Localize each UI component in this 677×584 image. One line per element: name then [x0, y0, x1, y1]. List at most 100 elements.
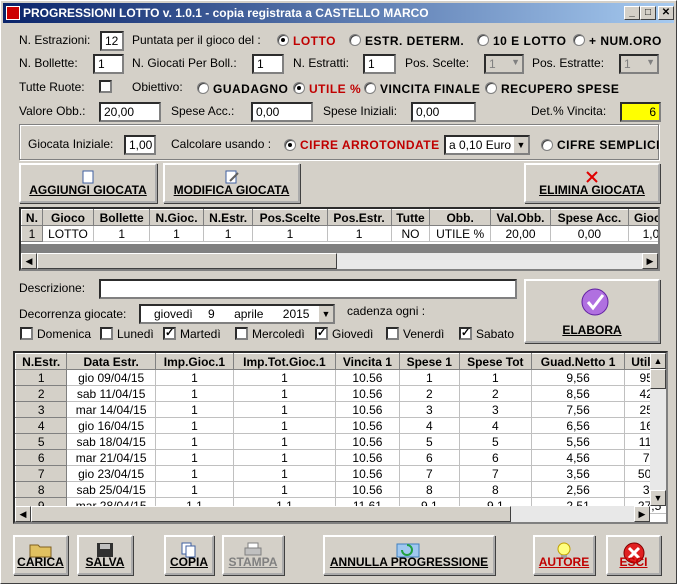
descrizione-field[interactable] [99, 279, 517, 299]
radio-utile[interactable] [293, 82, 305, 94]
esci-button[interactable]: ESCI [606, 535, 661, 575]
scroll-right-icon[interactable]: ▶ [642, 253, 658, 269]
n-estratti-field[interactable]: 1 [363, 54, 396, 74]
lunedi-checkbox[interactable] [100, 327, 113, 340]
table-row[interactable]: 3mar 14/04/151110.56337,56252 [15, 401, 666, 418]
giocate-grid[interactable]: N. Gioco Bollette N.Gioc. N.Estr. Pos.Sc… [19, 207, 660, 271]
scroll-left-icon[interactable]: ◀ [21, 253, 37, 269]
carica-button[interactable]: CARICA [13, 535, 68, 575]
domenica-checkbox[interactable] [20, 327, 33, 340]
venerdi-checkbox[interactable] [386, 327, 399, 340]
radio-numoro[interactable] [573, 34, 585, 46]
spese-acc-field[interactable]: 0,00 [251, 102, 313, 122]
maximize-button[interactable]: □ [640, 6, 656, 20]
pos-estratte-value: 1 [624, 57, 631, 71]
sabato-checkbox[interactable]: ✓ [459, 327, 472, 340]
col-header[interactable]: Spese Acc. [550, 209, 629, 226]
radio-cifre-arrotondate[interactable] [284, 139, 296, 151]
annulla-progressione-button[interactable]: ANNULLA PROGRESSIONE [323, 535, 495, 575]
n-giocati-field[interactable]: 1 [252, 54, 284, 74]
cell: 7,56 [531, 401, 626, 418]
radio-recupero-spese[interactable] [485, 82, 497, 94]
table-row[interactable]: 2sab 11/04/151110.56228,56428 [15, 385, 666, 402]
cell: 2,56 [531, 481, 626, 498]
scroll-thumb[interactable] [650, 369, 666, 389]
col-header[interactable]: N.Estr. [202, 209, 254, 226]
table-row[interactable]: 6mar 21/04/151110.56664,5676 [15, 449, 666, 466]
scroll-thumb[interactable] [31, 506, 511, 522]
cell: 10.56 [335, 449, 400, 466]
table-row[interactable]: 7gio 23/04/151110.56773,5650,8 [15, 465, 666, 482]
horizontal-scrollbar[interactable]: ◀ ▶ [21, 253, 658, 269]
mercoledi-checkbox[interactable] [235, 327, 248, 340]
title-bar: PROGRESSIONI LOTTO v. 1.0.1 - copia regi… [3, 3, 674, 23]
col-header[interactable]: Imp.Gioc.1 [154, 353, 234, 370]
n-bollette-field[interactable]: 1 [93, 54, 124, 74]
spese-iniziali-field[interactable]: 0,00 [411, 102, 476, 122]
salva-button[interactable]: SALVA [77, 535, 133, 575]
elabora-button[interactable]: ELABORA [524, 279, 660, 343]
radio-lotto[interactable] [277, 34, 289, 46]
col-header[interactable]: Gioc.In [627, 209, 658, 226]
table-row[interactable]: 5sab 18/04/151110.56555,56111, [15, 433, 666, 450]
col-header[interactable]: Obb. [429, 209, 491, 226]
n-estrazioni-field[interactable]: 12 [100, 31, 124, 51]
giovedi-checkbox[interactable]: ✓ [315, 327, 328, 340]
radio-guadagno[interactable] [197, 82, 209, 94]
col-header[interactable]: Pos.Scelte [252, 209, 328, 226]
martedi-checkbox[interactable]: ✓ [163, 327, 176, 340]
radio-lotto-label: LOTTO [293, 34, 336, 48]
table-row[interactable]: 4gio 16/04/151110.56446,56164 [15, 417, 666, 434]
copia-button[interactable]: COPIA [164, 535, 214, 575]
minimize-button[interactable]: _ [624, 6, 640, 20]
horizontal-scrollbar[interactable]: ◀ ▶ [15, 506, 650, 522]
radio-cifre-semplici[interactable] [541, 139, 553, 151]
radio-estr-determ-label: ESTR. DETERM. [365, 34, 465, 48]
scroll-up-icon[interactable]: ▲ [650, 353, 666, 369]
col-header[interactable]: Spese 1 [398, 353, 460, 370]
risultati-grid[interactable]: N.Estr. Data Estr. Imp.Gioc.1 Imp.Tot.Gi… [13, 351, 668, 524]
risultati-table: N.Estr. Data Estr. Imp.Gioc.1 Imp.Tot.Gi… [15, 353, 666, 514]
decorrenza-date-picker[interactable]: giovedì 9 aprile 2015 ▼ [139, 304, 335, 324]
col-header[interactable]: Data Estr. [66, 353, 156, 370]
table-row[interactable]: 1gio 09/04/151110.56119,56956 [15, 369, 666, 386]
col-header[interactable]: Vincita 1 [334, 353, 400, 370]
pos-estratte-select[interactable]: 1 ▼ [619, 54, 659, 74]
modifica-giocata-button[interactable]: MODIFICA GIOCATA [163, 163, 300, 203]
elimina-giocata-button[interactable]: ELIMINA GIOCATA [524, 163, 660, 203]
vertical-scrollbar[interactable]: ▲ ▼ [650, 353, 666, 506]
valore-obb-field[interactable]: 20,00 [99, 102, 161, 122]
scroll-down-icon[interactable]: ▼ [650, 490, 666, 506]
col-header[interactable]: Pos.Estr. [326, 209, 392, 226]
col-header[interactable]: Imp.Tot.Gioc.1 [232, 353, 336, 370]
col-header[interactable]: N. [21, 209, 43, 226]
pos-scelte-select[interactable]: 1 ▼ [484, 54, 524, 74]
close-button[interactable]: ✕ [658, 6, 674, 20]
tutte-ruote-checkbox[interactable] [99, 80, 112, 93]
col-header[interactable]: N.Estr. [15, 353, 68, 370]
col-header[interactable]: Tutte [390, 209, 431, 226]
col-header[interactable]: Spese Tot [458, 353, 533, 370]
radio-10elotto[interactable] [477, 34, 489, 46]
cell: 1 [149, 225, 204, 242]
cell: 7 [15, 465, 68, 482]
radio-estr-determ[interactable] [349, 34, 361, 46]
col-header[interactable]: Val.Obb. [489, 209, 552, 226]
arrotondamento-select[interactable]: a 0,10 Euro ▼ [444, 135, 530, 155]
table-row[interactable]: 1 LOTTO 1 1 1 1 1 NO UTILE % 20,00 0,00 … [21, 225, 658, 242]
chevron-down-icon: ▼ [514, 137, 528, 153]
aggiungi-giocata-button[interactable]: AGGIUNGI GIOCATA [19, 163, 157, 203]
scroll-right-icon[interactable]: ▶ [634, 506, 650, 522]
col-header[interactable]: Bollette [93, 209, 151, 226]
col-header[interactable]: Guad.Netto 1 [531, 353, 626, 370]
table-row[interactable]: 8sab 25/04/151110.56882,5632 [15, 481, 666, 498]
stampa-button[interactable]: STAMPA [222, 535, 284, 575]
radio-vincita-finale[interactable] [364, 82, 376, 94]
tutte-ruote-label: Tutte Ruote: [19, 80, 85, 94]
col-header[interactable]: Gioco [41, 209, 95, 226]
autore-button[interactable]: AUTORE [533, 535, 595, 575]
scroll-left-icon[interactable]: ◀ [15, 506, 31, 522]
giocata-iniziale-field[interactable]: 1,00 [124, 135, 156, 155]
col-header[interactable]: N.Gioc. [149, 209, 204, 226]
scroll-thumb[interactable] [37, 253, 337, 269]
